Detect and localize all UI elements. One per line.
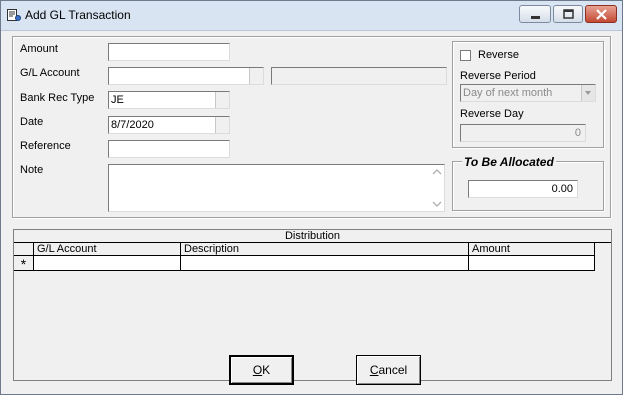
column-header-gl-account[interactable]: G/L Account: [34, 243, 181, 256]
gl-account-dropdown-button[interactable]: [249, 68, 263, 84]
reverse-period-label: Reverse Period: [460, 70, 536, 82]
reverse-period-dropdown-button[interactable]: [581, 85, 595, 101]
distribution-grid[interactable]: Distribution G/L Account Description Amo…: [13, 229, 612, 381]
gl-account-label: G/L Account: [20, 67, 80, 79]
reference-input[interactable]: [108, 140, 230, 158]
row-selector-header: [14, 243, 34, 256]
reference-label: Reference: [20, 140, 71, 152]
cancel-button-label: ancel: [378, 363, 408, 377]
ok-button-mnemonic: O: [252, 363, 263, 377]
minimize-button[interactable]: [519, 5, 551, 23]
date-value: 8/7/2020: [111, 119, 154, 131]
new-row-gl-account-cell[interactable]: [34, 256, 181, 271]
maximize-button[interactable]: [553, 5, 583, 23]
note-label: Note: [20, 164, 44, 176]
scroll-up-icon[interactable]: [432, 168, 442, 176]
reverse-period-value: Day of next month: [463, 87, 553, 99]
column-header-description[interactable]: Description: [181, 243, 469, 256]
reverse-day-input[interactable]: 0: [460, 124, 586, 142]
column-header-amount[interactable]: Amount: [469, 243, 595, 256]
title-bar[interactable]: Add GL Transaction: [1, 1, 622, 31]
scroll-down-icon[interactable]: [432, 200, 442, 208]
ok-button-label: K: [262, 363, 271, 377]
app-icon: [7, 9, 21, 21]
date-dropdown-button[interactable]: [215, 117, 229, 133]
chevron-down-icon: [585, 91, 591, 95]
close-icon: [596, 9, 607, 20]
bank-rec-type-dropdown-button[interactable]: [215, 92, 229, 108]
reverse-period-select[interactable]: Day of next month: [460, 84, 596, 102]
minimize-icon: [531, 16, 540, 19]
ok-button[interactable]: OK: [229, 355, 294, 385]
window-title: Add GL Transaction: [25, 8, 131, 22]
reverse-checkbox-label[interactable]: Reverse: [478, 49, 519, 61]
reverse-day-label: Reverse Day: [460, 108, 524, 120]
gl-account-combo[interactable]: [108, 67, 264, 85]
bank-rec-type-label: Bank Rec Type: [20, 92, 95, 104]
to-be-allocated-title: To Be Allocated: [462, 155, 556, 169]
dialog-content: Amount G/L Account Bank Rec Type JE Date…: [1, 31, 622, 394]
gl-account-description: [271, 67, 447, 85]
distribution-caption: Distribution: [14, 230, 611, 243]
maximize-icon: [563, 9, 574, 19]
new-row-amount-cell[interactable]: [469, 256, 595, 271]
bank-rec-type-combo[interactable]: JE: [108, 91, 230, 109]
add-gl-transaction-window: Add GL Transaction Amount G/L Account Ba…: [0, 0, 623, 395]
bank-rec-type-value: JE: [111, 94, 124, 106]
amount-label: Amount: [20, 43, 58, 55]
close-button[interactable]: [585, 5, 617, 23]
to-be-allocated-value: 0.00: [468, 180, 578, 198]
note-textarea[interactable]: [108, 164, 445, 212]
date-combo[interactable]: 8/7/2020: [108, 116, 230, 134]
cancel-button[interactable]: Cancel: [356, 355, 421, 385]
new-row-marker[interactable]: *: [14, 256, 34, 272]
date-label: Date: [20, 116, 44, 128]
reverse-checkbox[interactable]: [460, 50, 471, 61]
amount-input[interactable]: [108, 43, 230, 61]
new-row-description-cell[interactable]: [181, 256, 469, 271]
